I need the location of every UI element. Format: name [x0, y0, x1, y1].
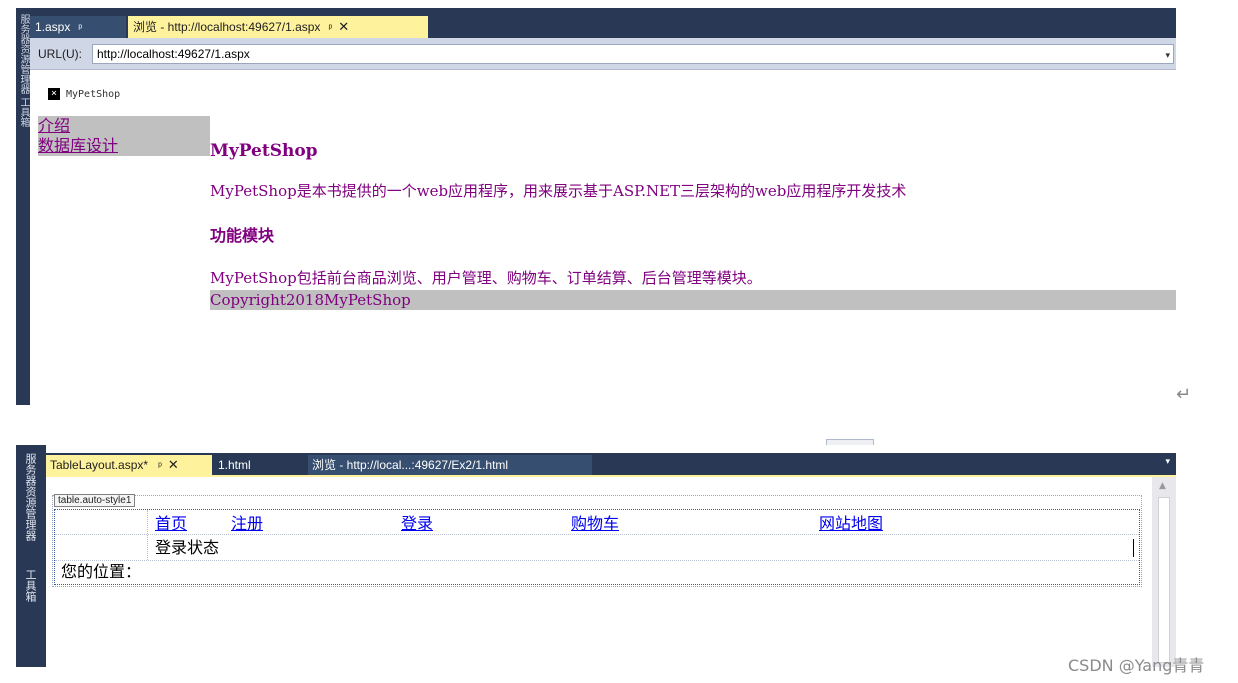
bottom-ide-window: 服务器资源管理器 工具箱 TableLayout.aspx* ᵖ ✕ 1.html … — [16, 439, 1176, 667]
tab-browse-1-aspx[interactable]: 浏览 - http://localhost:49627/1.aspx ᵖ ✕ — [128, 16, 428, 38]
nav-link-home[interactable]: 首页 — [155, 514, 187, 534]
broken-image-icon: × — [48, 88, 60, 100]
left-toolwindow-strip[interactable]: 服务器资源管理器 工具箱 — [16, 445, 46, 667]
tab-1-html[interactable]: 1.html — [214, 455, 304, 475]
close-icon[interactable]: ✕ — [168, 457, 179, 472]
server-explorer-label[interactable]: 服务器资源管理器 — [24, 453, 37, 541]
nav-link-intro[interactable]: 介绍 — [38, 116, 210, 136]
top-ide-window: 服务器资源管理器 工具箱 1.aspx ᵖ 浏览 - http://localho… — [16, 8, 1176, 405]
tab-label: 浏览 - http://localhost:49627/1.aspx — [133, 20, 321, 34]
text-caret — [1133, 539, 1134, 557]
design-surface[interactable]: table.auto-style1 首页 注册 登录 购物车 网站地图 登录状态… — [46, 477, 1152, 667]
nav-link-cart[interactable]: 购物车 — [571, 514, 619, 534]
chevron-down-icon[interactable]: ▾ — [1165, 457, 1170, 467]
splitter-handle[interactable] — [826, 439, 874, 445]
close-icon[interactable]: ✕ — [338, 19, 349, 34]
nav-link-login[interactable]: 登录 — [401, 514, 433, 534]
login-status: 登录状态 — [155, 538, 220, 557]
pin-icon[interactable]: ᵖ — [328, 23, 332, 34]
intro-paragraph: MyPetShop是本书提供的一个web应用程序，用来展示基于ASP.NET三层… — [210, 182, 907, 200]
url-input[interactable]: http://localhost:49627/1.aspx ▾ — [92, 44, 1174, 64]
url-bar: URL(U): http://localhost:49627/1.aspx ▾ — [30, 38, 1176, 70]
table-row-divider — [55, 534, 1139, 535]
side-nav: 介绍 数据库设计 — [38, 116, 210, 156]
pin-icon[interactable]: ᵖ — [78, 23, 82, 34]
modules-paragraph: MyPetShop包括前台商品浏览、用户管理、购物车、订单结算、后台管理等模块。 — [210, 269, 762, 287]
tab-1-aspx[interactable]: 1.aspx ᵖ — [30, 16, 126, 38]
return-arrow-icon: ↵ — [1176, 384, 1192, 405]
nav-link-db-design[interactable]: 数据库设计 — [38, 136, 210, 156]
pin-icon[interactable]: ᵖ — [158, 461, 162, 472]
browser-page: × MyPetShop 介绍 数据库设计 MyPetShop MyPetShop是… — [30, 70, 1176, 405]
section-heading: 功能模块 — [210, 226, 275, 245]
tab-tablelayout-aspx[interactable]: TableLayout.aspx* ᵖ ✕ — [46, 455, 212, 475]
page-footer: Copyright2018MyPetShop — [210, 290, 1176, 310]
table-col-divider — [147, 510, 148, 560]
table-row-divider — [55, 560, 1139, 561]
vertical-scrollbar[interactable]: ▲ — [1152, 477, 1176, 667]
chevron-down-icon[interactable]: ▾ — [1165, 46, 1170, 64]
left-toolwindow-strip[interactable]: 服务器资源管理器 工具箱 — [16, 8, 30, 405]
main-content: MyPetShop MyPetShop是本书提供的一个web应用程序，用来展示基… — [210, 140, 1170, 288]
tab-label: 浏览 - http://local...:49627/Ex2/1.html — [312, 458, 509, 472]
breadcrumb: 您的位置： — [61, 562, 142, 581]
url-value: http://localhost:49627/1.aspx — [97, 47, 250, 61]
nav-link-sitemap[interactable]: 网站地图 — [819, 514, 883, 534]
nav-link-register[interactable]: 注册 — [231, 514, 263, 534]
logo-image: × MyPetShop — [48, 88, 120, 100]
table-tag-label[interactable]: table.auto-style1 — [54, 494, 136, 507]
scroll-up-icon[interactable]: ▲ — [1159, 481, 1166, 491]
side-strip-label: 服务器资源管理器 工具箱 — [18, 14, 29, 128]
logo-alt-text: MyPetShop — [66, 89, 121, 100]
csdn-watermark: CSDN @Yang青青 — [1068, 656, 1205, 675]
url-label: URL(U): — [38, 47, 82, 61]
scroll-thumb[interactable] — [1158, 497, 1170, 663]
tab-label: 1.aspx — [35, 20, 71, 34]
layout-table[interactable]: 首页 注册 登录 购物车 网站地图 登录状态 您的位置： — [54, 509, 1140, 585]
document-tab-bar: TableLayout.aspx* ᵖ ✕ 1.html 浏览 - http://l… — [46, 453, 1176, 477]
tab-label: TableLayout.aspx* — [50, 458, 149, 472]
document-tab-bar: 1.aspx ᵖ 浏览 - http://localhost:49627/1.as… — [30, 8, 1176, 38]
tab-label: 1.html — [218, 458, 251, 472]
toolbox-label[interactable]: 工具箱 — [24, 569, 37, 602]
tab-browse-ex2[interactable]: 浏览 - http://local...:49627/Ex2/1.html — [308, 455, 592, 475]
page-title: MyPetShop — [210, 141, 318, 161]
